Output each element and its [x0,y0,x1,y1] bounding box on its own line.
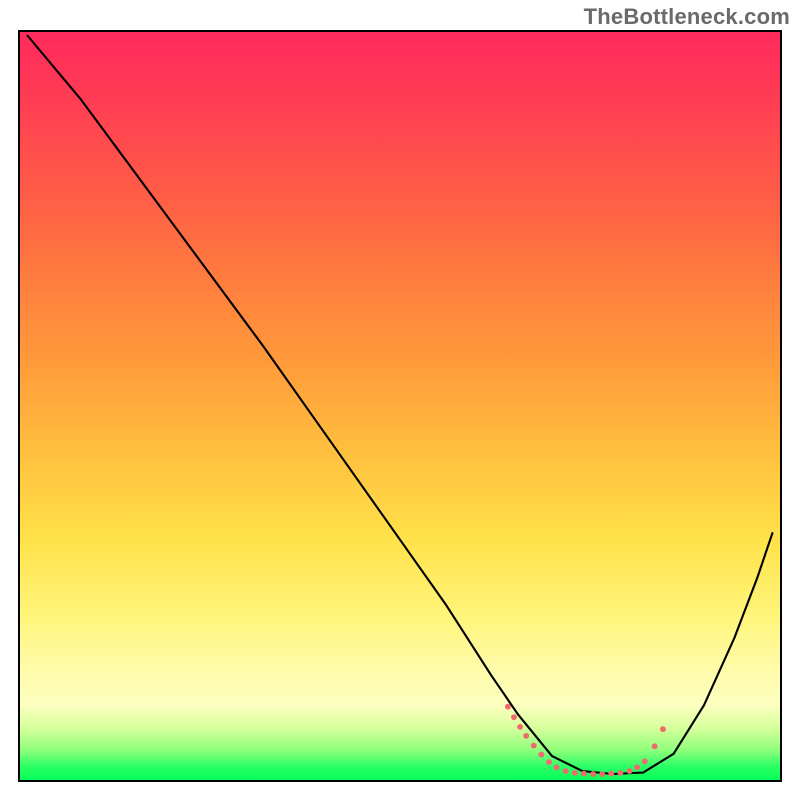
bottleneck-curve-line [28,36,773,774]
valley-dot [660,726,666,732]
curve-overlay [20,32,780,780]
valley-dot [517,724,523,730]
valley-dot-markers [505,704,666,777]
valley-dot [523,733,529,739]
valley-dot [652,743,658,749]
valley-dot [627,768,633,774]
valley-dot [581,771,587,777]
valley-dot [642,758,648,764]
valley-dot [572,770,578,776]
valley-dot [505,704,511,710]
valley-dot [546,759,552,765]
valley-dot [511,714,517,720]
watermark-text: TheBottleneck.com [584,4,790,30]
valley-dot [590,771,596,777]
plot-area [18,30,782,782]
valley-dot [563,768,569,774]
chart-frame: TheBottleneck.com [0,0,800,800]
valley-dot [599,771,605,777]
valley-dot [608,771,614,777]
valley-dot [554,764,560,770]
valley-dot [617,770,623,776]
valley-dot [634,764,640,770]
valley-dot [531,743,537,749]
valley-dot [538,752,544,758]
